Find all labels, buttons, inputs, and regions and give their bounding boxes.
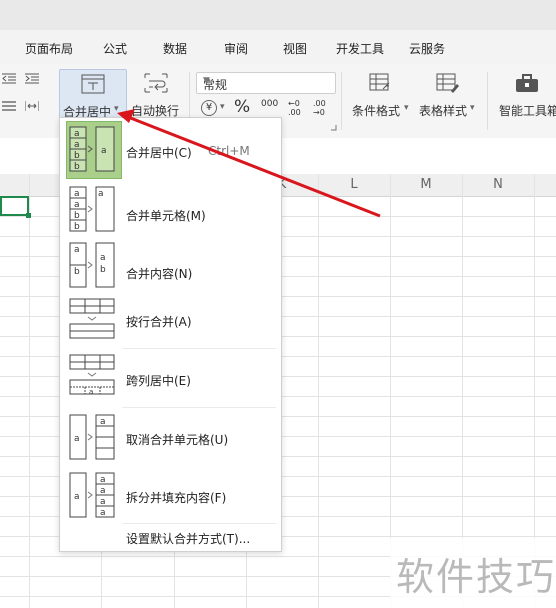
watermark: 软件技巧 <box>390 538 556 608</box>
watermark-text: 软件技巧 <box>396 555 556 599</box>
red-arrow-annotation <box>117 109 381 218</box>
